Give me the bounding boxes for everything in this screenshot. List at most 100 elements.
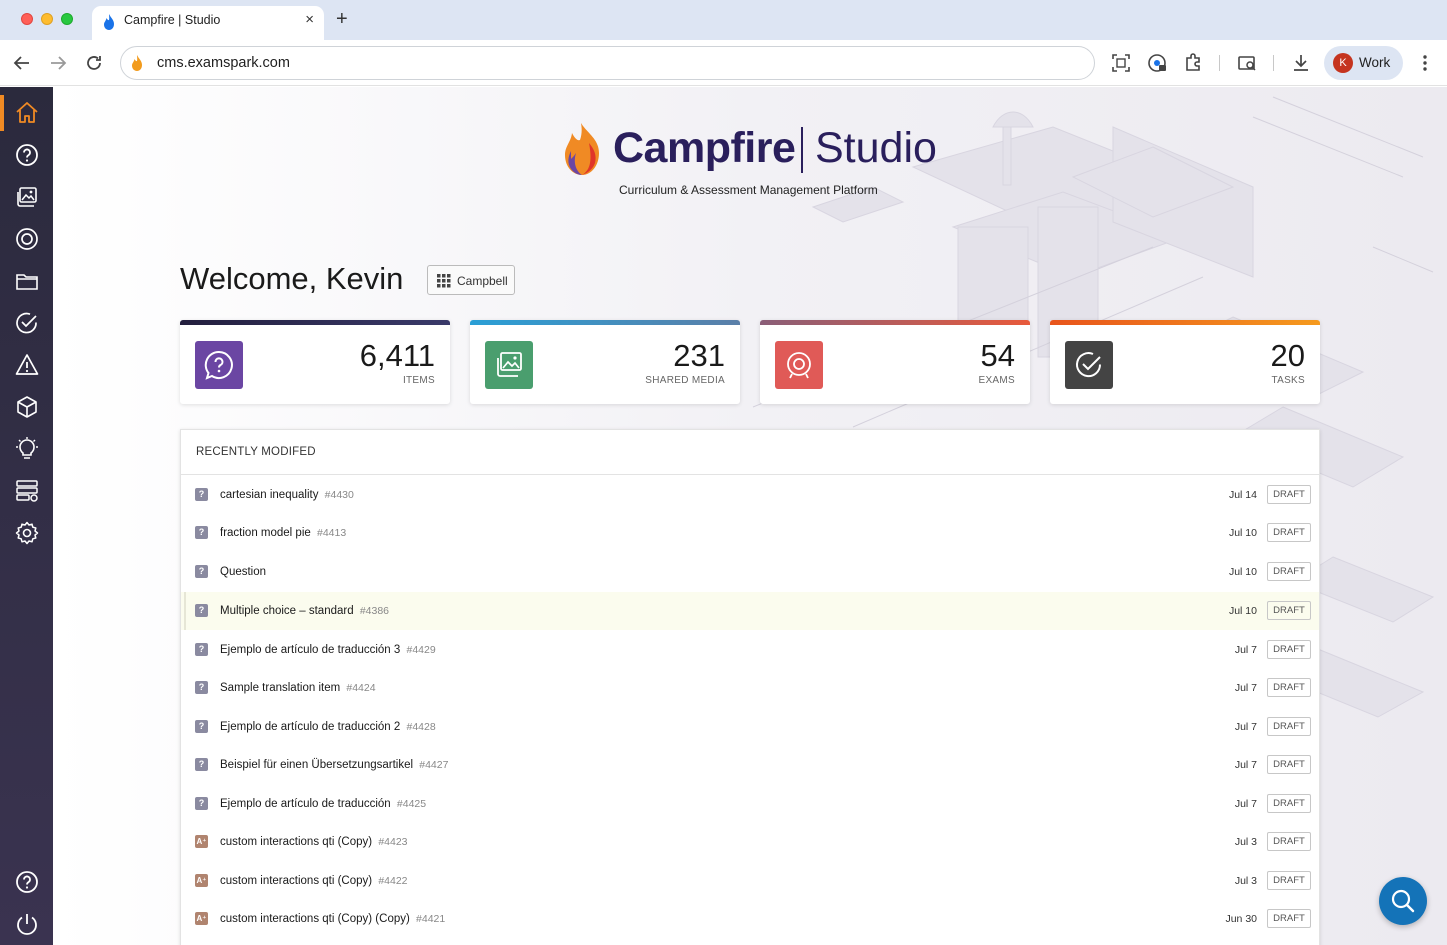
password-manager-icon[interactable] bbox=[1146, 52, 1168, 74]
item-title[interactable]: Multiple choice – standard bbox=[220, 605, 354, 617]
stat-label: ITEMS bbox=[402, 375, 435, 386]
stat-value: 20 bbox=[1270, 338, 1305, 373]
sidebar-item-media[interactable] bbox=[0, 175, 53, 217]
table-row[interactable]: ? fraction model pie #4413 Jul 10 DRAFT bbox=[181, 514, 1319, 552]
address-bar[interactable]: cms.examspark.com bbox=[120, 46, 1095, 80]
stat-card-tasks[interactable]: 20 TASKS bbox=[1050, 320, 1320, 404]
item-id: #4427 bbox=[419, 759, 449, 771]
window-close-button[interactable] bbox=[21, 13, 33, 25]
item-date: Jul 14 bbox=[1228, 489, 1257, 501]
item-title[interactable]: Question bbox=[220, 566, 266, 578]
tagline: Curriculum & Assessment Management Platf… bbox=[619, 183, 878, 197]
table-row[interactable]: ? Ejemplo de artículo de traducción 2 #4… bbox=[181, 708, 1319, 746]
item-id: #4386 bbox=[359, 605, 390, 617]
cube-icon bbox=[17, 396, 37, 418]
question-type-icon: ? bbox=[195, 526, 208, 539]
item-title[interactable]: cartesian inequality bbox=[220, 489, 318, 501]
item-title[interactable]: Sample translation item bbox=[220, 682, 340, 694]
new-tab-button[interactable]: + bbox=[336, 7, 348, 31]
item-id: #4428 bbox=[406, 721, 436, 733]
status-badge: DRAFT bbox=[1267, 640, 1311, 659]
toolbar-separator bbox=[1219, 55, 1220, 71]
sidebar-item-folders[interactable] bbox=[0, 259, 53, 301]
tab-title: Campfire | Studio bbox=[124, 13, 221, 27]
tab-close-icon[interactable]: × bbox=[305, 11, 314, 28]
search-icon bbox=[1391, 889, 1415, 913]
panel-header: RECENTLY MODIFED bbox=[181, 430, 1319, 475]
server-settings-icon bbox=[16, 480, 38, 502]
sidebar-item-packages[interactable] bbox=[0, 385, 53, 427]
check-circle-icon bbox=[1076, 352, 1102, 378]
forward-button[interactable] bbox=[46, 51, 70, 75]
item-date: Jul 7 bbox=[1234, 644, 1257, 656]
home-icon bbox=[16, 102, 38, 123]
forward-arrow-icon bbox=[51, 56, 67, 70]
download-icon[interactable] bbox=[1290, 52, 1312, 74]
item-title[interactable]: custom interactions qti (Copy) bbox=[220, 875, 372, 887]
question-bubble-icon bbox=[204, 350, 233, 380]
sidebar-item-help[interactable] bbox=[0, 860, 53, 902]
item-title[interactable]: custom interactions qti (Copy) bbox=[220, 836, 372, 848]
window-minimize-button[interactable] bbox=[41, 13, 53, 25]
panel-title: RECENTLY MODIFED bbox=[196, 446, 316, 458]
item-title[interactable]: Ejemplo de artículo de traducción 3 bbox=[220, 644, 400, 656]
extensions-icon[interactable] bbox=[1182, 52, 1204, 74]
browser-tab-bar: Campfire | Studio × + bbox=[0, 0, 1447, 40]
item-title[interactable]: fraction model pie bbox=[220, 527, 311, 539]
stat-accent-bar bbox=[1050, 320, 1320, 325]
stat-card-items[interactable]: 6,411 ITEMS bbox=[180, 320, 450, 404]
table-row[interactable]: A⁺ custom interactions qti (Copy) #4423 … bbox=[181, 823, 1319, 861]
sidebar-item-ideas[interactable] bbox=[0, 427, 53, 469]
sidebar-item-home[interactable] bbox=[0, 91, 53, 133]
table-row[interactable]: A⁺ custom interactions qti (Copy) (Copy)… bbox=[181, 900, 1319, 938]
tab-search-icon[interactable] bbox=[1236, 52, 1258, 74]
table-row[interactable]: A⁺ custom interactions qti (Copy) #4422 … bbox=[181, 862, 1319, 900]
avatar: K bbox=[1333, 53, 1353, 73]
reload-button[interactable] bbox=[82, 51, 106, 75]
profile-button[interactable]: K Work bbox=[1324, 46, 1403, 80]
sidebar-item-exams[interactable] bbox=[0, 217, 53, 259]
target-icon bbox=[787, 352, 811, 379]
question-type-icon: ? bbox=[195, 720, 208, 733]
table-row-highlighted[interactable]: ? Multiple choice – standard #4386 Jul 1… bbox=[181, 592, 1319, 630]
table-row[interactable]: ? Ejemplo de artículo de traducción #442… bbox=[181, 785, 1319, 823]
org-switcher-button[interactable]: Campbell bbox=[427, 265, 515, 295]
item-title[interactable]: Ejemplo de artículo de traducción 2 bbox=[220, 721, 400, 733]
sidebar-item-settings[interactable] bbox=[0, 511, 53, 553]
status-badge: DRAFT bbox=[1267, 871, 1311, 890]
logo-product: Studio bbox=[815, 124, 937, 172]
table-row[interactable]: ? cartesian inequality #4430 Jul 14 DRAF… bbox=[181, 476, 1319, 514]
question-type-icon: ? bbox=[195, 797, 208, 810]
question-type-icon: ? bbox=[195, 643, 208, 656]
item-title[interactable]: custom interactions qti (Copy) (Copy) bbox=[220, 913, 410, 925]
power-icon bbox=[17, 914, 37, 935]
question-type-icon: ? bbox=[195, 681, 208, 694]
more-menu-icon[interactable] bbox=[1417, 51, 1433, 75]
sidebar-item-items[interactable] bbox=[0, 133, 53, 175]
item-title[interactable]: Ejemplo de artículo de traducción bbox=[220, 798, 391, 810]
screenshot-icon[interactable] bbox=[1110, 52, 1132, 74]
stat-label: TASKS bbox=[1271, 375, 1305, 386]
back-button[interactable] bbox=[10, 51, 34, 75]
main-content: Campfire Studio Curriculum & Assessment … bbox=[53, 87, 1447, 945]
table-row[interactable]: ? Beispiel für einen Übersetzungsartikel… bbox=[181, 746, 1319, 784]
check-circle-icon bbox=[16, 312, 37, 334]
search-fab-button[interactable] bbox=[1379, 877, 1427, 925]
window-zoom-button[interactable] bbox=[61, 13, 73, 25]
sidebar-item-logout[interactable] bbox=[0, 902, 53, 944]
stat-card-shared-media[interactable]: 231 SHARED MEDIA bbox=[470, 320, 740, 404]
stat-card-exams[interactable]: 54 EXAMS bbox=[760, 320, 1030, 404]
app-sidebar bbox=[0, 87, 53, 945]
table-row[interactable]: ? Sample translation item #4424 Jul 7 DR… bbox=[181, 669, 1319, 707]
question-type-icon: ? bbox=[195, 565, 208, 578]
sidebar-item-alerts[interactable] bbox=[0, 343, 53, 385]
stat-accent-bar bbox=[760, 320, 1030, 325]
item-date: Jul 3 bbox=[1234, 836, 1257, 848]
sidebar-item-integrations[interactable] bbox=[0, 469, 53, 511]
table-row[interactable]: ? Question Jul 10 DRAFT bbox=[181, 553, 1319, 591]
flame-site-icon bbox=[132, 55, 142, 71]
table-row[interactable]: ? Ejemplo de artículo de traducción 3 #4… bbox=[181, 631, 1319, 669]
sidebar-item-tasks[interactable] bbox=[0, 301, 53, 343]
item-title[interactable]: Beispiel für einen Übersetzungsartikel bbox=[220, 759, 413, 771]
browser-tab-active[interactable]: Campfire | Studio × bbox=[92, 6, 324, 40]
